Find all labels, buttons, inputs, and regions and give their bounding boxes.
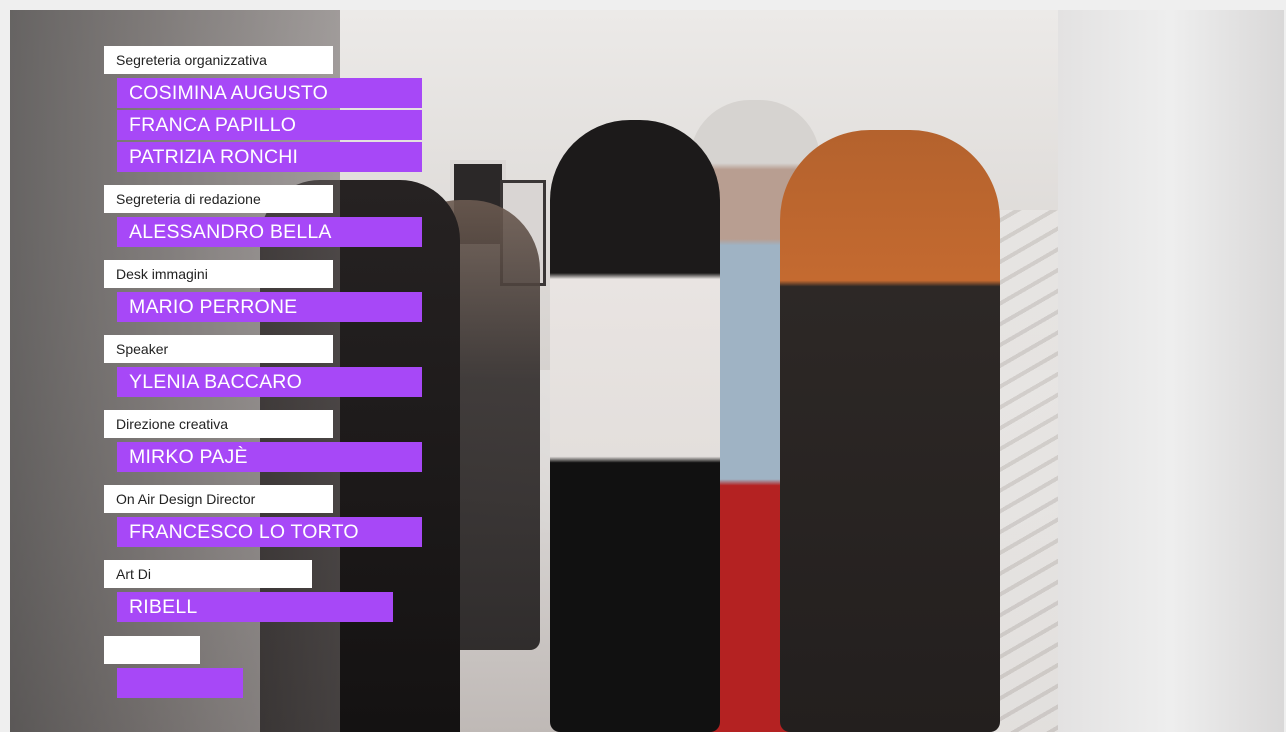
credit-role-label: Direzione creativa (104, 410, 333, 438)
credit-name-bar: PATRIZIA RONCHI (117, 142, 422, 172)
credit-role-label: Desk immagini (104, 260, 333, 288)
credit-name-bar: RIBELL (117, 592, 393, 622)
credit-name-bar: COSIMINA AUGUSTO (117, 78, 422, 108)
woman-dark-hair (550, 120, 720, 732)
credit-role-label: Speaker (104, 335, 333, 363)
white-pillar (1058, 10, 1284, 732)
credit-role-label: Art Di (104, 560, 312, 588)
credit-role-label (104, 636, 200, 664)
credit-name-bar: MARIO PERRONE (117, 292, 422, 322)
credit-name-bar: MIRKO PAJÈ (117, 442, 422, 472)
credit-role-label: Segreteria di redazione (104, 185, 333, 213)
credit-name-bar (117, 668, 243, 698)
woman-red-hair (780, 130, 1000, 732)
credit-role-label: On Air Design Director (104, 485, 333, 513)
credit-role-label: Segreteria organizzativa (104, 46, 333, 74)
credit-name-bar: FRANCESCO LO TORTO (117, 517, 422, 547)
credit-name-bar: FRANCA PAPILLO (117, 110, 422, 140)
credit-name-bar: YLENIA BACCARO (117, 367, 422, 397)
credit-name-bar: ALESSANDRO BELLA (117, 217, 422, 247)
